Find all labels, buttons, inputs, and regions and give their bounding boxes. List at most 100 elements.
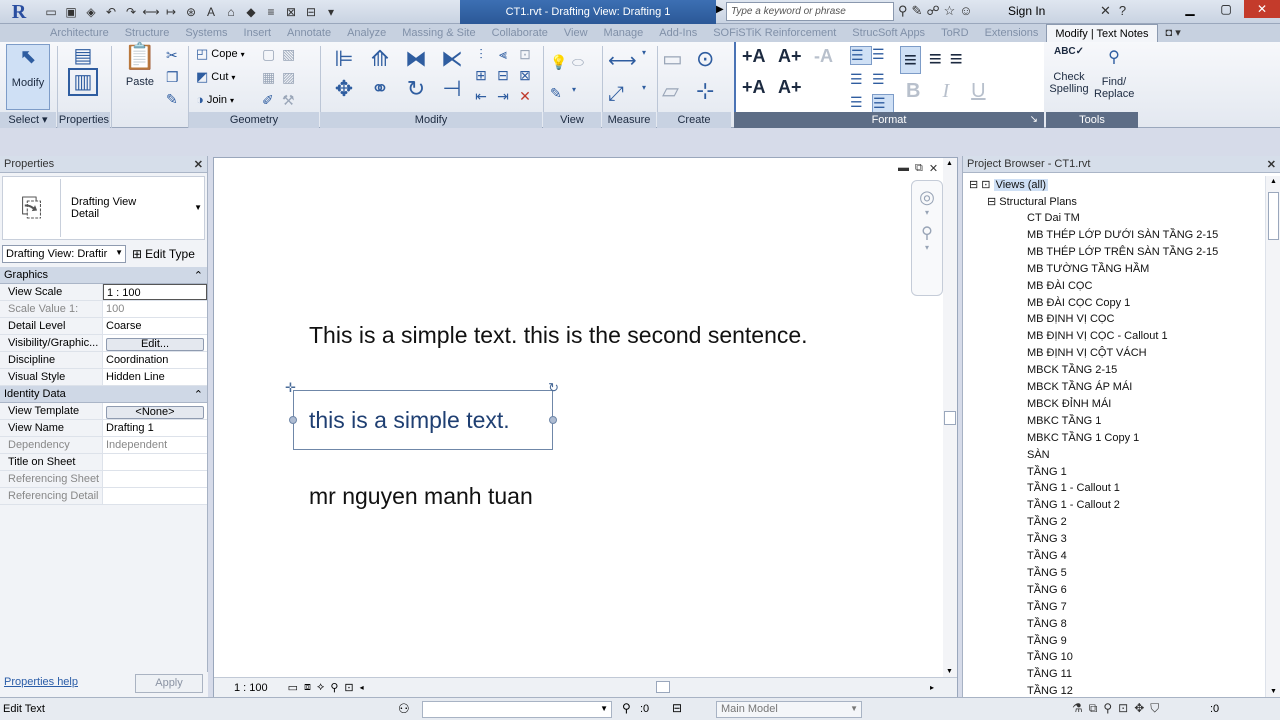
find-replace-button[interactable]: ⚲ Find/ Replace	[1094, 46, 1134, 100]
create-assembly-icon[interactable]: ▭	[662, 46, 696, 72]
ribbon-minimize-icon[interactable]: ◘ ▾	[1158, 24, 1189, 42]
scroll-up-icon[interactable]: ▲	[946, 160, 953, 167]
visual-style-icon[interactable]: ⧈	[304, 681, 311, 694]
move-icon[interactable]: ✥	[326, 76, 362, 102]
close-icon[interactable]: ✕	[194, 158, 203, 171]
favorites-icon[interactable]: ☆	[944, 3, 956, 19]
text-note-3[interactable]: mr nguyen manh tuan	[309, 483, 533, 510]
property-value[interactable]	[103, 471, 207, 487]
tree-item[interactable]: TẦNG 8	[1027, 618, 1067, 630]
tab-13[interactable]: ToRD	[933, 24, 977, 42]
check-spelling-button[interactable]: ABC✓ Check Spelling	[1048, 46, 1090, 95]
section-icon[interactable]: ◆	[242, 3, 260, 21]
scroll-right-icon[interactable]: ▸	[930, 683, 934, 692]
property-value[interactable]: <None>	[103, 403, 207, 419]
wall-joins-icon[interactable]: ▦	[262, 69, 282, 86]
property-row[interactable]: Dependency Independent	[0, 437, 207, 454]
tree-item[interactable]: TẦNG 4	[1027, 550, 1067, 562]
tree-item[interactable]: MBKC TẦNG 1	[1027, 415, 1101, 427]
drawing-area[interactable]: ▬ ⧉ ✕ ◎ ▾ ⚲ ▾ ▼ ▲ This is a simple text.…	[213, 157, 958, 697]
measure-icon[interactable]: ⟷	[142, 3, 160, 21]
tab-10[interactable]: Add-Ins	[651, 24, 705, 42]
tab-5[interactable]: Analyze	[339, 24, 394, 42]
select-links-icon[interactable]: ⚗	[1072, 701, 1083, 716]
design-option-select[interactable]: Main Model ▼	[716, 701, 862, 718]
create-similar-icon[interactable]: ⊹	[696, 78, 730, 104]
align-icon[interactable]: ⊫	[326, 46, 362, 72]
cope-button[interactable]: ◰ Cope ▾	[196, 47, 245, 61]
select-pinned-icon[interactable]: ⚲	[1103, 701, 1112, 716]
vertical-scrollbar[interactable]: ▼ ▲	[943, 158, 957, 677]
array-icon[interactable]: ⊞	[470, 67, 492, 84]
property-row[interactable]: View Scale 1 : 100	[0, 284, 207, 301]
steering-wheel-icon[interactable]: ◎	[912, 187, 942, 208]
tree-item[interactable]: MB ĐÀI CỌC Copy 1	[1027, 297, 1130, 309]
select-by-face-icon[interactable]: ⊡	[1118, 701, 1128, 716]
redo-icon[interactable]: ↷	[122, 3, 140, 21]
chevron-down-icon[interactable]: ▾	[912, 208, 942, 217]
detail-level-icon[interactable]: ▭	[288, 681, 298, 694]
text-icon[interactable]: A	[202, 3, 220, 21]
zoom-icon[interactable]: ⚲	[912, 223, 942, 243]
extend-icon[interactable]: ⇥	[492, 88, 514, 105]
scroll-thumb[interactable]	[1268, 192, 1279, 240]
property-row[interactable]: View Name Drafting 1	[0, 420, 207, 437]
tree-item[interactable]: MB ĐỊNH VỊ CỘT VÁCH	[1027, 347, 1147, 359]
tree-item[interactable]: MBCK ĐỈNH MÁI	[1027, 398, 1111, 410]
property-button[interactable]: Edit...	[106, 338, 204, 351]
help-icon[interactable]: ?	[1119, 3, 1126, 19]
tree-item[interactable]: MBCK TẦNG ÁP MÁI	[1027, 381, 1132, 393]
scroll-down-icon[interactable]: ▼	[946, 668, 953, 675]
instance-filter-select[interactable]: Drafting View: Draftir ▼	[2, 245, 126, 263]
remove-leader-icon[interactable]: -A	[814, 46, 850, 67]
tree-item[interactable]: TẦNG 1 - Callout 1	[1027, 482, 1120, 494]
rotate-grip-icon[interactable]: ↻	[548, 380, 559, 396]
property-value[interactable]: Coordination	[103, 352, 207, 368]
add-arc-leader-right-icon[interactable]: A+	[778, 77, 814, 98]
minimize-button[interactable]: ▁	[1172, 0, 1208, 18]
maximize-button[interactable]: ▢	[1208, 0, 1244, 18]
tab-9[interactable]: Manage	[596, 24, 652, 42]
switch-windows-icon[interactable]: ⊟	[302, 3, 320, 21]
remove-icon[interactable]: ⚒	[282, 92, 302, 109]
horizontal-scroll-thumb[interactable]	[656, 681, 670, 693]
tree-item[interactable]: TẦNG 5	[1027, 567, 1067, 579]
type-selector-preview[interactable]: ⎘ Drafting View Detail ▼	[2, 176, 205, 240]
tree-item[interactable]: MB THÉP LỚP TRÊN SÀN TẦNG 2-15	[1027, 246, 1218, 258]
leader-top-left-icon[interactable]: ☰	[850, 46, 872, 65]
editing-requests-icon[interactable]: ⚲	[622, 701, 631, 715]
mirror-axis-icon[interactable]: ⧓	[398, 46, 434, 72]
leader-middle-right-icon[interactable]: ☰	[872, 71, 894, 88]
chevron-right-icon[interactable]: ▶	[716, 4, 724, 15]
close-icon[interactable]: ✕	[1267, 158, 1276, 171]
minimize-view-icon[interactable]: ▬	[898, 162, 909, 175]
aligned-dimension-icon[interactable]: ⤢	[608, 83, 642, 106]
hide-bulb-icon[interactable]: 💡	[550, 54, 572, 71]
tab-12[interactable]: StrucSoft Apps	[844, 24, 933, 42]
left-grip[interactable]	[289, 416, 297, 424]
tree-item[interactable]: TẦNG 1	[1027, 466, 1067, 478]
scroll-left-icon[interactable]: ◂	[360, 683, 364, 692]
linework-icon[interactable]: ✎	[550, 85, 572, 102]
delete-icon[interactable]: ✕	[514, 88, 536, 105]
pin-icon[interactable]: ⊠	[514, 67, 536, 84]
move-grip-icon[interactable]: ✛	[285, 380, 296, 396]
tree-item[interactable]: TẦNG 1 - Callout 2	[1027, 499, 1120, 511]
tab-1[interactable]: Structure	[117, 24, 178, 42]
measure-dropdown-icon[interactable]: ▾	[642, 48, 656, 73]
property-row[interactable]: Title on Sheet	[0, 454, 207, 471]
rotate-icon[interactable]: ↻	[398, 76, 434, 102]
match-type-button[interactable]: ✎	[166, 92, 178, 106]
chevron-down-icon[interactable]: ▾	[912, 243, 942, 252]
property-value[interactable]: Hidden Line	[103, 369, 207, 385]
tag-icon[interactable]: ⊛	[182, 3, 200, 21]
application-menu-button[interactable]: R	[2, 0, 36, 24]
restore-view-icon[interactable]: ⧉	[915, 162, 923, 175]
property-row[interactable]: Scale Value 1: 100	[0, 301, 207, 318]
3d-view-icon[interactable]: ⌂	[222, 3, 240, 21]
create-parts-icon[interactable]: ⊙	[696, 46, 730, 72]
workset-select[interactable]: ▼	[422, 701, 612, 718]
split-gap-icon[interactable]: ⫷	[492, 46, 514, 63]
tree-root[interactable]: ⊟ ⊡ Views (all)	[969, 178, 1049, 191]
panel-select[interactable]: Select ▾	[0, 112, 56, 128]
